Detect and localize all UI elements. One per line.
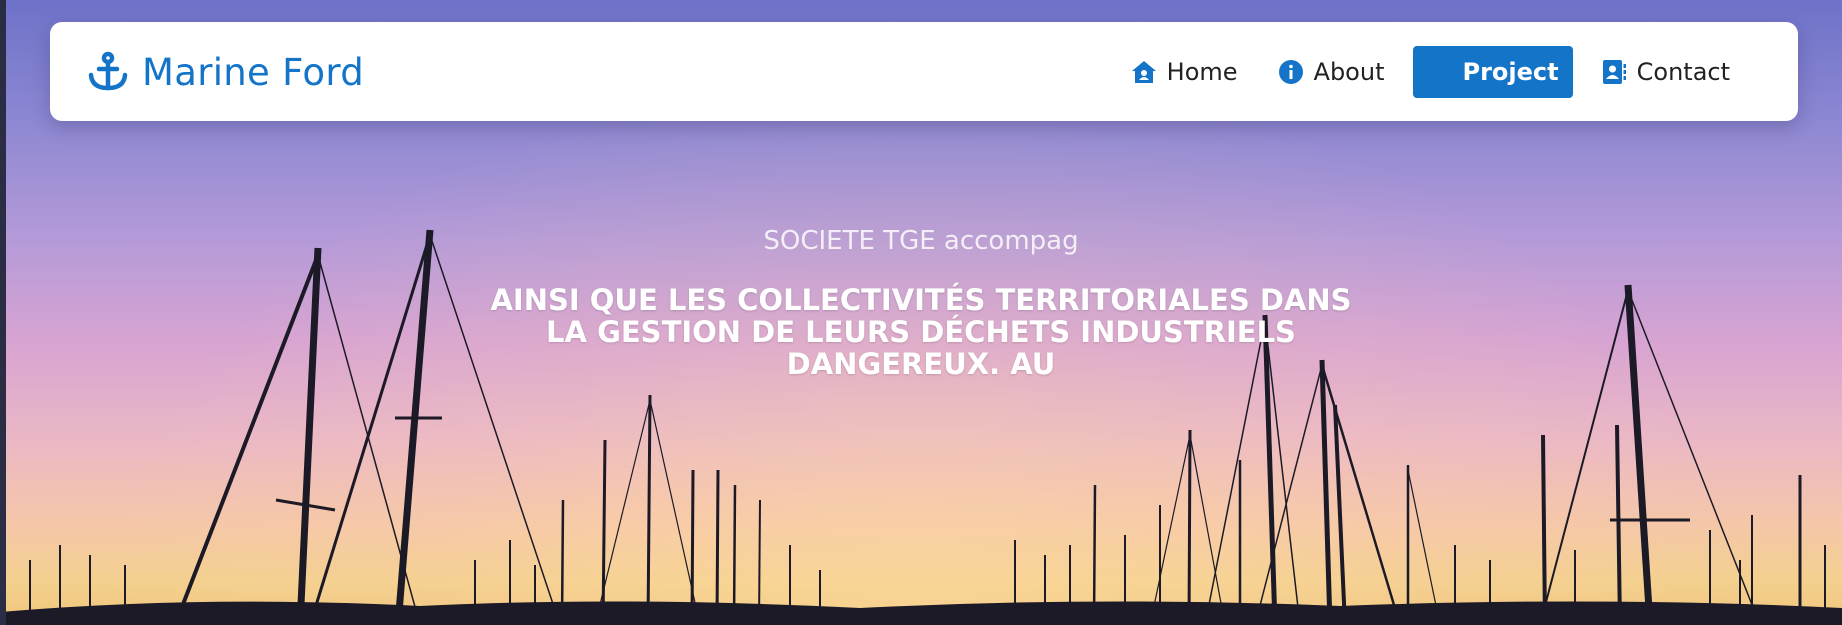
nav-contact[interactable]: Contact: [1589, 46, 1742, 98]
hero-headline: AINSI QUE LES COLLECTIVITÉS TERRITORIALE…: [490, 283, 1352, 381]
nav-contact-label: Contact: [1636, 58, 1730, 86]
nav-project-label: Project: [1462, 58, 1559, 86]
hero-subtitle: SOCIETE TGE accompag: [763, 226, 1079, 256]
window-edge: [0, 0, 6, 625]
brand-logo-link[interactable]: Marine Ford: [86, 48, 364, 96]
nav-about-label: About: [1313, 58, 1385, 86]
home-icon: [1131, 59, 1157, 85]
nav-project[interactable]: Project: [1412, 46, 1573, 98]
contact-card-icon: [1601, 59, 1627, 85]
nav-home[interactable]: Home: [1119, 46, 1250, 98]
anchor-icon: [86, 50, 130, 94]
nav-about[interactable]: About: [1266, 46, 1397, 98]
nav-home-label: Home: [1166, 58, 1238, 86]
info-icon: [1278, 59, 1304, 85]
brand-name: Marine Ford: [142, 50, 365, 94]
navbar: Marine Ford Home About Project Contact: [50, 22, 1798, 121]
nav-menu: Home About Project Contact: [1119, 46, 1742, 98]
